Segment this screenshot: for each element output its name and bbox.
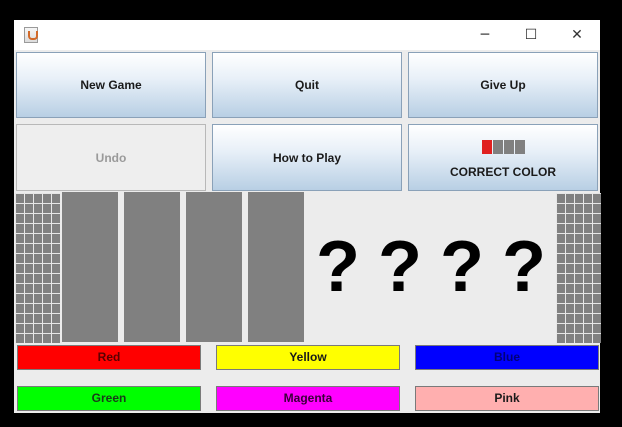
- undo-label: Undo: [95, 150, 127, 165]
- correct-color-button[interactable]: CORRECT COLOR: [408, 124, 598, 191]
- guess-slot[interactable]: [62, 192, 118, 342]
- indicator-peg: [482, 140, 492, 154]
- guess-history-grid-left: [15, 193, 60, 343]
- indicator-peg: [515, 140, 525, 154]
- new-game-button[interactable]: New Game: [16, 52, 206, 118]
- give-up-button[interactable]: Give Up: [408, 52, 598, 118]
- correct-color-label: CORRECT COLOR: [450, 165, 556, 179]
- hidden-code-mark: ?: [316, 227, 360, 307]
- title-bar: ─ ☐ ✕: [14, 20, 600, 50]
- color-button-magenta[interactable]: Magenta: [216, 386, 400, 411]
- java-app-icon: [24, 27, 38, 43]
- how-to-play-button[interactable]: How to Play: [212, 124, 402, 191]
- undo-button[interactable]: Undo: [16, 124, 206, 191]
- color-button-red[interactable]: Red: [17, 345, 201, 370]
- quit-label: Quit: [295, 78, 319, 92]
- color-button-green[interactable]: Green: [17, 386, 201, 411]
- how-to-play-label: How to Play: [272, 150, 341, 165]
- minimize-button[interactable]: ─: [462, 20, 508, 50]
- maximize-button[interactable]: ☐: [508, 20, 554, 50]
- indicator-peg: [504, 140, 514, 154]
- hidden-code-mark: ?: [378, 227, 422, 307]
- guess-slot[interactable]: [248, 192, 304, 342]
- hidden-code-mark: ?: [440, 227, 484, 307]
- guess-slot[interactable]: [124, 192, 180, 342]
- color-button-yellow[interactable]: Yellow: [216, 345, 400, 370]
- hidden-code-mark: ?: [502, 227, 546, 307]
- indicator-peg: [493, 140, 503, 154]
- color-button-blue[interactable]: Blue: [415, 345, 599, 370]
- new-game-label: New Game: [80, 78, 142, 92]
- give-up-label: Give Up: [480, 78, 526, 92]
- quit-button[interactable]: Quit: [212, 52, 402, 118]
- color-button-pink[interactable]: Pink: [415, 386, 599, 411]
- game-window: ─ ☐ ✕ New Game Quit Give Up Undo How to …: [14, 20, 601, 413]
- close-button[interactable]: ✕: [554, 20, 600, 50]
- guess-history-grid-right: [556, 193, 601, 343]
- guess-slot[interactable]: [186, 192, 242, 342]
